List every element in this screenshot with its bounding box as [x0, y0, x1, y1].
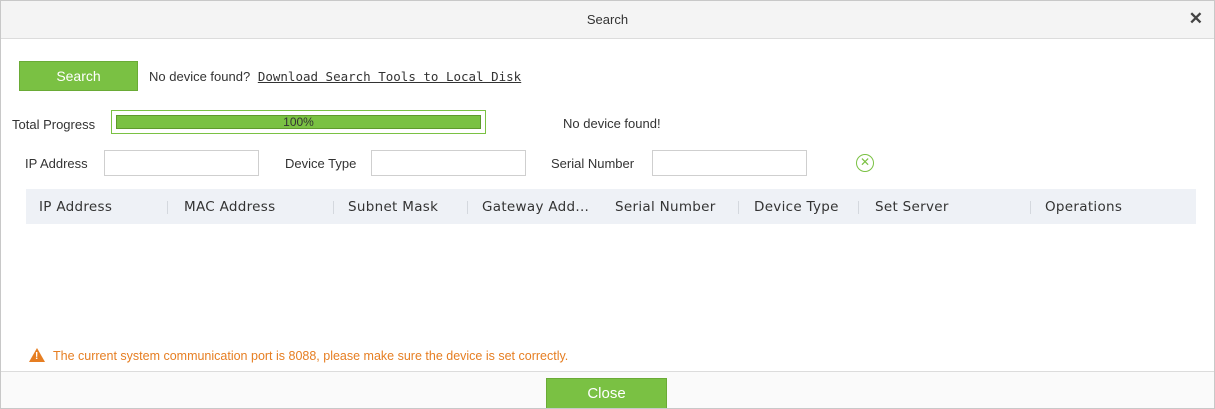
- total-progress-bar: 100%: [111, 110, 486, 134]
- column-operations[interactable]: Operations: [1045, 199, 1122, 215]
- column-gateway-address[interactable]: Gateway Add...: [482, 199, 589, 215]
- download-tools-link[interactable]: Download Search Tools to Local Disk: [258, 69, 521, 84]
- column-serial-number[interactable]: Serial Number: [615, 199, 716, 215]
- dialog-titlebar: Search ✕: [1, 1, 1214, 39]
- column-mac-address[interactable]: MAC Address: [184, 199, 275, 215]
- column-set-server[interactable]: Set Server: [875, 199, 949, 215]
- column-divider: [467, 201, 468, 214]
- port-warning: ! The current system communication port i…: [29, 348, 568, 363]
- serial-number-input[interactable]: [652, 150, 807, 176]
- search-button[interactable]: Search: [19, 61, 138, 91]
- dialog-title: Search: [586, 12, 629, 27]
- warning-text: The current system communication port is…: [53, 349, 569, 363]
- column-divider: [858, 201, 859, 214]
- column-divider: [167, 201, 168, 214]
- no-device-prompt: No device found? Download Search Tools t…: [149, 69, 521, 84]
- clear-circle-icon[interactable]: ✕: [856, 154, 874, 172]
- column-subnet-mask[interactable]: Subnet Mask: [348, 199, 438, 215]
- column-device-type[interactable]: Device Type: [754, 199, 839, 215]
- no-device-text: No device found?: [149, 69, 251, 84]
- search-dialog: Search ✕ Search No device found? Downloa…: [0, 0, 1215, 409]
- results-table-header: IP Address MAC Address Subnet Mask Gatew…: [26, 189, 1196, 224]
- device-type-input[interactable]: [371, 150, 526, 176]
- column-ip-address[interactable]: IP Address: [39, 199, 112, 215]
- close-icon[interactable]: ✕: [1189, 9, 1203, 29]
- ip-address-input[interactable]: [104, 150, 259, 176]
- warning-icon: !: [29, 348, 45, 362]
- column-divider: [1030, 201, 1031, 214]
- progress-label: Total Progress: [12, 117, 96, 132]
- close-button[interactable]: Close: [546, 378, 667, 408]
- ip-address-label: IP Address: [25, 156, 88, 171]
- progress-value: 100%: [283, 115, 314, 129]
- column-divider: [333, 201, 334, 214]
- column-divider: [738, 201, 739, 214]
- serial-number-label: Serial Number: [551, 156, 635, 171]
- device-type-label: Device Type: [285, 156, 357, 171]
- search-status: No device found!: [563, 116, 661, 131]
